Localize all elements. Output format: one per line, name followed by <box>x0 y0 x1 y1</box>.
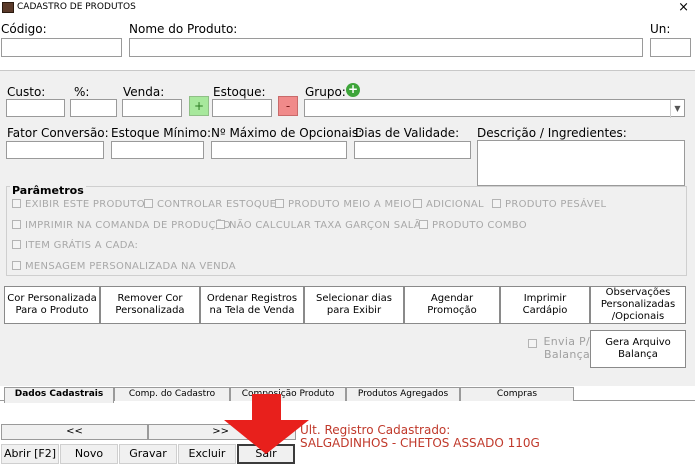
estoque-remove-button[interactable]: - <box>278 96 298 116</box>
checkbox-imprimir-comanda[interactable]: IMPRIMIR NA COMANDA DE PRODUÇÃO <box>12 220 231 231</box>
gravar-button[interactable]: Gravar <box>119 444 177 464</box>
red-arrow-icon <box>224 394 309 454</box>
selecionar-dias-button[interactable]: Selecionar dias para Exibir <box>304 286 404 324</box>
agendar-promocao-button[interactable]: Agendar Promoção <box>404 286 500 324</box>
checkbox-icon <box>492 199 501 208</box>
grupo-label: Grupo: <box>305 85 346 99</box>
dias-validade-input[interactable] <box>354 141 471 159</box>
parametros-title: Parâmetros <box>10 184 86 197</box>
checkbox-label: IMPRIMIR NA COMANDA DE PRODUÇÃO <box>25 220 231 231</box>
app-icon <box>2 2 14 13</box>
estoque-minimo-input[interactable] <box>111 141 204 159</box>
checkbox-icon <box>144 199 153 208</box>
venda-input[interactable] <box>122 99 182 117</box>
grupo-select[interactable]: ▼ <box>304 99 685 118</box>
checkbox-icon <box>12 199 21 208</box>
checkbox-produto-combo[interactable]: PRODUTO COMBO <box>419 220 527 231</box>
checkbox-label: MENSAGEM PERSONALIZADA NA VENDA <box>25 261 236 272</box>
checkbox-icon <box>216 220 225 229</box>
checkbox-taxa-garcon[interactable]: NÃO CALCULAR TAXA GARÇON SALÃO <box>216 220 429 231</box>
codigo-label: Código: <box>1 22 47 36</box>
chevron-down-icon[interactable]: ▼ <box>670 100 684 118</box>
codigo-input[interactable] <box>1 38 122 57</box>
custo-input[interactable] <box>6 99 65 117</box>
last-record-value: SALGADINHOS - CHETOS ASSADO 110G <box>300 436 540 450</box>
nome-produto-label: Nome do Produto: <box>129 22 238 36</box>
checkbox-icon <box>413 199 422 208</box>
checkbox-label: ITEM GRÁTIS A CADA: <box>25 240 139 251</box>
checkbox-label: NÃO CALCULAR TAXA GARÇON SALÃO <box>229 220 429 231</box>
fator-conversao-input[interactable] <box>6 141 104 159</box>
estoque-add-button[interactable]: + <box>189 96 209 116</box>
imprimir-cardapio-button[interactable]: Imprimir Cardápio <box>500 286 590 324</box>
custo-label: Custo: <box>7 85 46 99</box>
nav-prev-button[interactable]: << <box>1 424 148 440</box>
tab-produtos-agregados[interactable]: Produtos Agregados <box>346 387 460 401</box>
title-bar: CADASTRO DE PRODUTOS × <box>0 0 695 16</box>
fator-conversao-label: Fator Conversão: <box>7 126 109 140</box>
estoque-input[interactable] <box>212 99 272 117</box>
gera-arquivo-balanca-button[interactable]: Gera Arquivo Balança <box>590 330 686 368</box>
tab-dados-cadastrais[interactable]: Dados Cadastrais <box>4 387 114 403</box>
descricao-textarea[interactable] <box>477 140 685 186</box>
checkbox-label: CONTROLAR ESTOQUE <box>157 199 277 210</box>
grupo-add-icon[interactable]: + <box>346 83 360 97</box>
venda-label: Venda: <box>123 85 165 99</box>
checkbox-icon <box>528 339 537 348</box>
checkbox-controlar-estoque[interactable]: CONTROLAR ESTOQUE <box>144 199 276 210</box>
checkbox-label: EXIBIR ESTE PRODUTO <box>25 199 145 210</box>
descricao-label: Descrição / Ingredientes: <box>477 126 627 140</box>
cor-personalizada-button[interactable]: Cor Personalizada Para o Produto <box>4 286 100 324</box>
checkbox-icon <box>419 220 428 229</box>
close-icon[interactable]: × <box>678 1 689 14</box>
dias-validade-label: Dias de Validade: <box>355 126 460 140</box>
checkbox-label: PRODUTO COMBO <box>432 220 527 231</box>
nome-produto-input[interactable] <box>129 38 643 57</box>
max-opcionais-label: Nº Máximo de Opcionais: <box>211 126 363 140</box>
max-opcionais-input[interactable] <box>211 141 347 159</box>
un-label: Un: <box>650 22 671 36</box>
checkbox-label: Envia P/ Balança <box>543 335 590 361</box>
percent-input[interactable] <box>70 99 117 117</box>
abrir-button[interactable]: Abrir [F2] <box>1 444 59 464</box>
novo-button[interactable]: Novo <box>60 444 118 464</box>
ordenar-registros-button[interactable]: Ordenar Registros na Tela de Venda <box>200 286 304 324</box>
tab-compras[interactable]: Compras <box>460 387 574 401</box>
estoque-label: Estoque: <box>213 85 266 99</box>
checkbox-mensagem-personalizada[interactable]: MENSAGEM PERSONALIZADA NA VENDA <box>12 261 236 272</box>
window-title: CADASTRO DE PRODUTOS <box>17 2 136 12</box>
percent-label: %: <box>74 85 90 99</box>
checkbox-label: PRODUTO MEIO A MEIO <box>288 199 412 210</box>
remover-cor-button[interactable]: Remover Cor Personalizada <box>100 286 200 324</box>
checkbox-item-gratis[interactable]: ITEM GRÁTIS A CADA: <box>12 240 138 251</box>
observacoes-button[interactable]: Observações Personalizadas /Opcionais <box>590 286 686 324</box>
tab-comp-cadastro[interactable]: Comp. do Cadastro <box>114 387 230 401</box>
un-input[interactable] <box>650 38 691 57</box>
checkbox-adicional[interactable]: ADICIONAL <box>413 199 484 210</box>
checkbox-exibir-produto[interactable]: EXIBIR ESTE PRODUTO <box>12 199 145 210</box>
checkbox-icon <box>12 220 21 229</box>
checkbox-envia-balanca[interactable]: Envia P/ Balança <box>528 335 590 361</box>
checkbox-label: PRODUTO PESÁVEL <box>505 199 607 210</box>
checkbox-pesavel[interactable]: PRODUTO PESÁVEL <box>492 199 606 210</box>
checkbox-icon <box>12 261 21 270</box>
checkbox-icon <box>275 199 284 208</box>
checkbox-meio-a-meio[interactable]: PRODUTO MEIO A MEIO <box>275 199 411 210</box>
last-record: Ult. Registro Cadastrado: SALGADINHOS - … <box>300 424 540 450</box>
estoque-minimo-label: Estoque Mínimo: <box>111 126 212 140</box>
checkbox-label: ADICIONAL <box>426 199 484 210</box>
checkbox-icon <box>12 240 21 249</box>
